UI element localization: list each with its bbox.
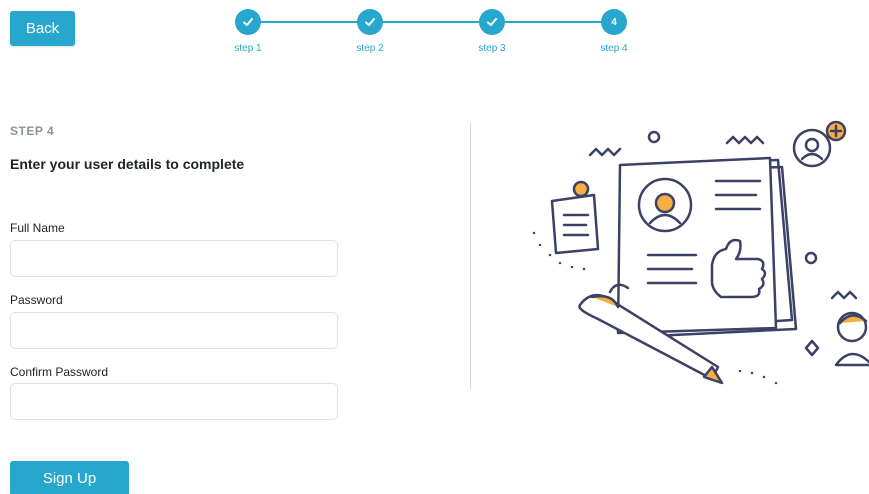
step-3-check-icon	[479, 9, 505, 35]
step-1-check-icon	[235, 9, 261, 35]
password-label: Password	[10, 293, 63, 307]
full-name-label: Full Name	[10, 221, 65, 235]
step-2-label: step 2	[356, 43, 384, 54]
step-4-number: 4	[601, 9, 627, 35]
step-4-label: step 4	[600, 43, 628, 54]
confirm-password-label: Confirm Password	[10, 365, 109, 379]
sign-up-button[interactable]: Sign Up	[10, 461, 129, 494]
progress-stepper: step 1 step 2 step 3 4 step 4	[0, 0, 869, 60]
step-2-check-icon	[357, 9, 383, 35]
full-name-input[interactable]	[10, 240, 338, 277]
confirm-password-input[interactable]	[10, 383, 338, 420]
stepper-line	[248, 21, 614, 23]
step-title: STEP 4	[10, 124, 55, 138]
user-profile-illustration	[532, 120, 869, 385]
section-divider	[470, 122, 471, 390]
form-subtitle: Enter your user details to complete	[10, 156, 245, 172]
step-3-label: step 3	[478, 43, 506, 54]
step-1-label: step 1	[234, 43, 262, 54]
password-input[interactable]	[10, 312, 338, 349]
